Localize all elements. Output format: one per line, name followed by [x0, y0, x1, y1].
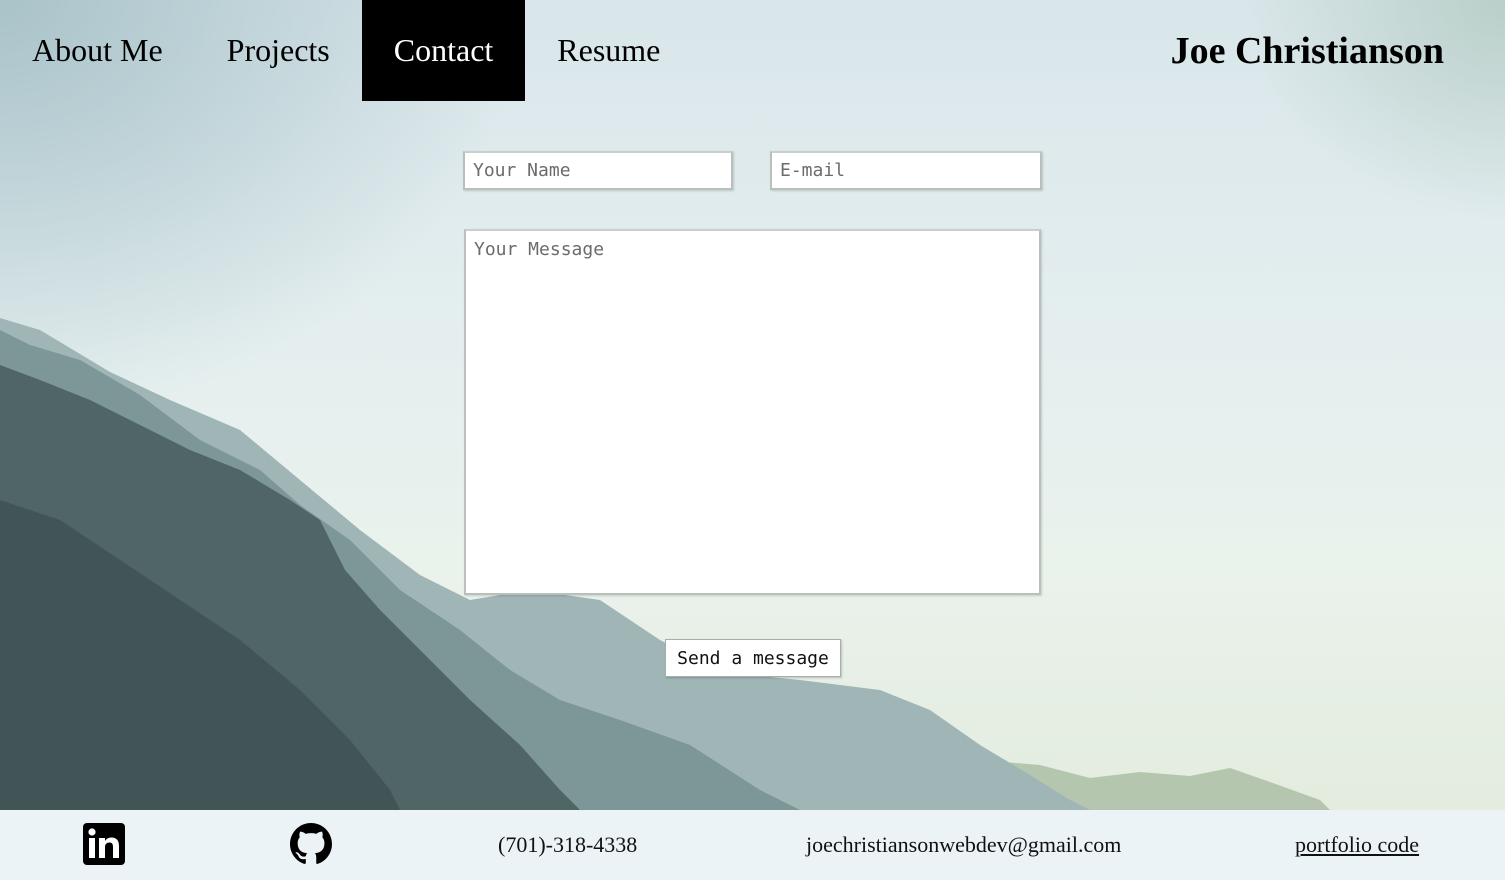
- phone-number: (701)-318-4338: [498, 832, 638, 857]
- name-input[interactable]: [463, 151, 733, 190]
- nav-item-contact[interactable]: Contact: [361, 0, 526, 101]
- main-nav: About Me Projects Contact Resume: [0, 0, 692, 101]
- github-icon[interactable]: [290, 823, 332, 865]
- send-message-button[interactable]: Send a message: [665, 639, 841, 677]
- nav-item-projects[interactable]: Projects: [195, 0, 362, 101]
- footer: (701)-318-4338 joechristiansonwebdev@gma…: [0, 810, 1505, 880]
- email-input[interactable]: [770, 151, 1042, 190]
- message-textarea[interactable]: [464, 229, 1041, 595]
- nav-item-about-me[interactable]: About Me: [0, 0, 195, 101]
- site-title: Joe Christianson: [1170, 29, 1444, 72]
- contact-email: joechristiansonwebdev@gmail.com: [806, 832, 1122, 857]
- nav-item-resume[interactable]: Resume: [525, 0, 692, 101]
- linkedin-icon[interactable]: [83, 823, 125, 865]
- portfolio-code-link[interactable]: portfolio code: [1295, 810, 1419, 880]
